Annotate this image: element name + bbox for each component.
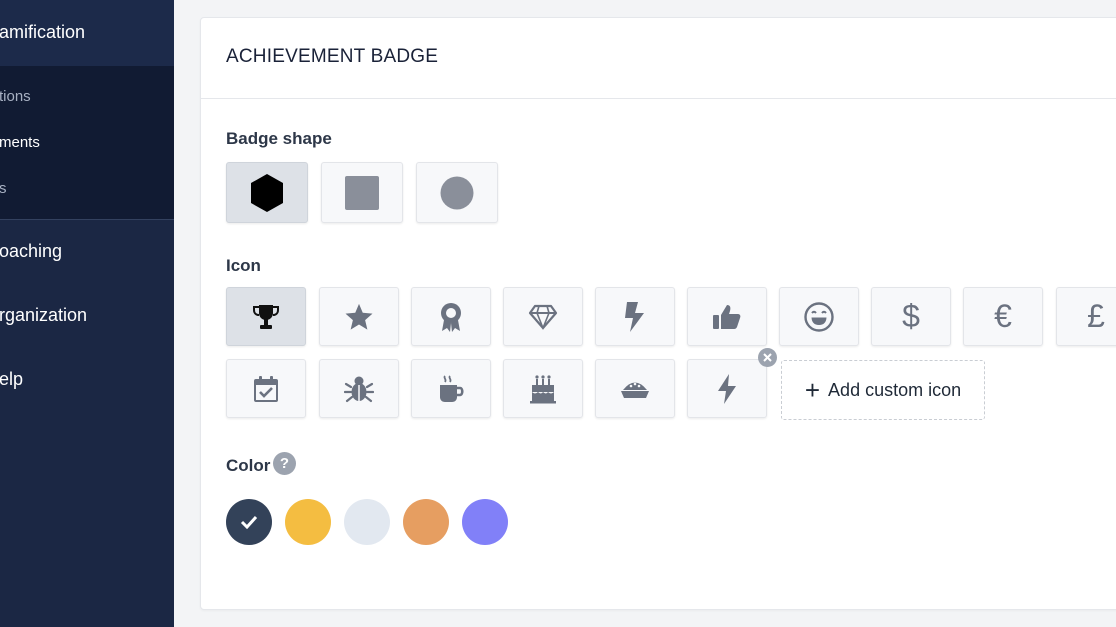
square-icon — [345, 175, 379, 210]
achievement-badge-card: ACHIEVEMENT BADGE Badge shape Icon $ € £… — [200, 17, 1116, 610]
add-custom-icon-button[interactable]: + Add custom icon — [781, 360, 985, 420]
icon-option-euro[interactable]: € — [963, 287, 1043, 346]
icon-option-bug[interactable] — [319, 359, 399, 418]
color-swatch-navy[interactable] — [226, 499, 272, 545]
sidebar: amification tions ments s oaching rganiz… — [0, 0, 174, 627]
icon-option-pound[interactable]: £ — [1056, 287, 1116, 346]
sidebar-subitem-3[interactable]: s — [0, 180, 7, 197]
award-icon — [441, 302, 461, 332]
sidebar-subitem-2[interactable]: ments — [0, 134, 40, 151]
icon-option-custom-lightning[interactable] — [687, 359, 767, 418]
sidebar-item-help[interactable]: elp — [0, 369, 23, 390]
card-title: ACHIEVEMENT BADGE — [226, 46, 439, 67]
sidebar-submenu: tions ments s — [0, 66, 174, 219]
plus-icon: + — [804, 375, 821, 405]
trophy-icon — [253, 304, 279, 329]
circle-icon — [440, 176, 474, 209]
sidebar-item-coaching[interactable]: oaching — [0, 241, 62, 262]
euro-icon: € — [994, 298, 1012, 334]
shape-option-square[interactable] — [321, 162, 403, 223]
sidebar-section-title: amification — [0, 22, 86, 42]
icon-option-trophy[interactable] — [226, 287, 306, 346]
icon-option-star[interactable] — [319, 287, 399, 346]
icon-option-lightning[interactable] — [595, 287, 675, 346]
icon-option-gem[interactable] — [503, 287, 583, 346]
dollar-icon: $ — [902, 298, 920, 334]
bug-icon — [344, 376, 374, 402]
icon-option-award[interactable] — [411, 287, 491, 346]
icon-label: Icon — [226, 256, 261, 275]
icon-option-calendar[interactable] — [226, 359, 306, 418]
add-custom-icon-label: Add custom icon — [828, 379, 962, 400]
color-swatch-orange[interactable] — [403, 499, 449, 545]
remove-custom-icon-button[interactable] — [758, 348, 777, 367]
color-swatch-yellow[interactable] — [285, 499, 331, 545]
laughing-face-icon — [804, 301, 834, 332]
icon-option-coffee[interactable] — [411, 359, 491, 418]
icon-option-dollar[interactable]: $ — [871, 287, 951, 346]
gem-icon — [528, 304, 558, 330]
badge-shape-label: Badge shape — [226, 129, 332, 148]
custom-lightning-icon — [718, 373, 736, 404]
color-swatch-purple[interactable] — [462, 499, 508, 545]
calendar-check-icon — [254, 375, 278, 402]
checkmark-icon — [240, 515, 258, 529]
shape-option-circle[interactable] — [416, 162, 498, 223]
hexagon-icon — [251, 173, 283, 212]
sidebar-subitem-1[interactable]: tions — [0, 88, 31, 105]
color-swatch-light-gray[interactable] — [344, 499, 390, 545]
icon-option-birthday-cake[interactable] — [503, 359, 583, 418]
birthday-cake-icon — [530, 374, 556, 403]
help-icon[interactable]: ? — [273, 452, 296, 475]
icon-option-laughing-face[interactable] — [779, 287, 859, 346]
sidebar-section-header[interactable]: amification — [0, 0, 174, 66]
shape-option-hexagon[interactable] — [226, 162, 308, 223]
icon-option-pie[interactable] — [595, 359, 675, 418]
icon-option-thumbs-up[interactable] — [687, 287, 767, 346]
pie-icon — [621, 382, 649, 398]
sidebar-divider — [0, 219, 174, 220]
sidebar-item-organization[interactable]: rganization — [0, 305, 87, 326]
color-label: Color — [226, 456, 271, 475]
card-header: ACHIEVEMENT BADGE — [201, 18, 1116, 99]
close-icon — [763, 353, 772, 362]
thumbs-up-icon — [713, 304, 741, 329]
star-icon — [345, 303, 373, 330]
coffee-icon — [440, 374, 464, 402]
lightning-icon — [625, 301, 644, 332]
pound-icon: £ — [1087, 298, 1105, 334]
